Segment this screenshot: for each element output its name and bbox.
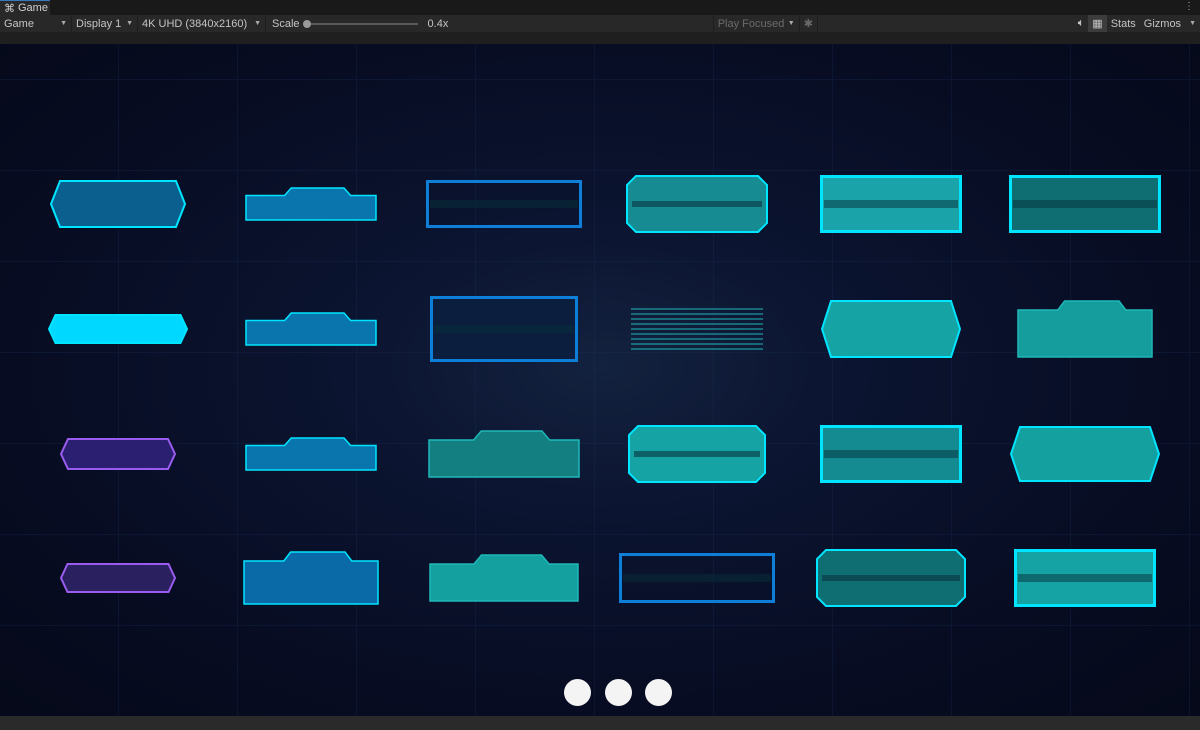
hud-frame-shape: [59, 563, 177, 593]
gizmos-button[interactable]: Gizmos: [1140, 15, 1185, 32]
page-dot-1[interactable]: [564, 679, 591, 706]
hud-frame-shape: [619, 553, 775, 603]
hud-frame-11[interactable]: [820, 300, 962, 358]
scale-control: Scale 0.4x: [266, 18, 706, 30]
hud-frame-shape: [47, 314, 189, 344]
mute-audio-icon[interactable]: 🔈︎: [1074, 15, 1089, 32]
hud-frame-shape: [430, 296, 578, 362]
hud-frame-22[interactable]: [619, 553, 775, 603]
hud-frame-12[interactable]: [1017, 300, 1153, 358]
page-dot-2[interactable]: [605, 679, 632, 706]
display-label: Display 1: [76, 17, 122, 30]
scale-label: Scale: [272, 17, 300, 30]
hud-frame-shape: [428, 430, 580, 478]
keyboard-shortcuts-icon[interactable]: ▦: [1088, 15, 1107, 32]
play-mode-label: Play Focused: [717, 17, 785, 30]
hud-frame-shape: [245, 187, 377, 221]
toolbar-spacer: [706, 15, 714, 32]
resolution-dropdown[interactable]: 4K UHD (3840x2160) ▼: [138, 15, 266, 32]
tab-bar: ⌘ Game ⋮: [0, 0, 1200, 15]
hud-frame-24[interactable]: [1014, 549, 1156, 607]
hud-frame-shape: [1009, 426, 1161, 482]
more-options-icon[interactable]: ⋮: [1184, 1, 1194, 12]
chevron-down-icon: ▼: [60, 20, 67, 27]
bottom-scrollbar[interactable]: [0, 716, 1200, 730]
tab-label: Game: [18, 2, 48, 14]
hud-frame-10[interactable]: [631, 307, 763, 351]
gamepad-icon: ⌘: [4, 2, 15, 15]
hud-frame-shape: [245, 437, 377, 471]
hud-frame-2[interactable]: [245, 187, 377, 221]
hud-frame-13[interactable]: [59, 438, 177, 470]
hud-frame-shape: [631, 308, 763, 350]
hud-frame-9[interactable]: [430, 296, 578, 362]
hud-frame-shape: [1009, 175, 1161, 233]
hud-frame-shape: [820, 175, 962, 233]
view-mode-label: Game: [4, 17, 34, 30]
hud-frame-shape: [59, 438, 177, 470]
hud-frame-21[interactable]: [429, 554, 579, 602]
hud-frame-19[interactable]: [59, 563, 177, 593]
scale-slider[interactable]: [302, 19, 418, 28]
stats-button[interactable]: Stats: [1107, 15, 1140, 32]
hud-frame-shape: [820, 425, 962, 483]
hud-frame-8[interactable]: [245, 312, 377, 346]
game-toolbar: Game ▼ Display 1 ▼ 4K UHD (3840x2160) ▼ Sca…: [0, 15, 1200, 32]
hud-frame-14[interactable]: [245, 437, 377, 471]
hud-frame-6[interactable]: [1009, 175, 1161, 233]
hud-frame-3[interactable]: [426, 180, 582, 228]
hud-frame-shape: [245, 312, 377, 346]
chevron-down-icon: ▼: [254, 20, 261, 27]
hud-frame-20[interactable]: [243, 551, 379, 605]
hud-frame-shape: [243, 551, 379, 605]
hud-frame-17[interactable]: [820, 425, 962, 483]
view-mode-dropdown[interactable]: Game ▼: [0, 15, 72, 32]
gizmos-dropdown-icon[interactable]: ▼: [1185, 15, 1200, 32]
hud-frame-shape: [426, 180, 582, 228]
play-mode-dropdown[interactable]: Play Focused ▼: [714, 15, 800, 32]
scale-slider-handle[interactable]: [302, 19, 311, 28]
debug-bug-icon[interactable]: ✱: [800, 15, 818, 32]
hud-frame-7[interactable]: [47, 314, 189, 344]
chevron-down-icon: ▼: [787, 20, 795, 27]
scale-value: 0.4x: [427, 17, 449, 30]
hud-frame-5[interactable]: [820, 175, 962, 233]
toolbar-divider: [0, 32, 1200, 44]
hud-frame-23[interactable]: [816, 549, 966, 607]
hud-frame-shape: [49, 180, 187, 228]
hud-frame-4[interactable]: [626, 175, 768, 233]
hud-frame-shape: [820, 300, 962, 358]
display-dropdown[interactable]: Display 1 ▼: [72, 15, 138, 32]
hud-frame-15[interactable]: [428, 430, 580, 478]
resolution-label: 4K UHD (3840x2160): [142, 17, 248, 30]
hud-frame-1[interactable]: [49, 180, 187, 228]
hud-frame-shape: [429, 554, 579, 602]
background-grid: [0, 44, 1200, 716]
hud-frame-shape: [1017, 300, 1153, 358]
hud-frame-shape: [626, 175, 768, 233]
hud-frame-18[interactable]: [1009, 426, 1161, 482]
hud-frame-shape: [816, 549, 966, 607]
hud-frame-shape: [1014, 549, 1156, 607]
hud-frame-16[interactable]: [628, 425, 766, 483]
game-view[interactable]: [0, 44, 1200, 716]
chevron-down-icon: ▼: [126, 20, 133, 27]
hud-frame-shape: [628, 425, 766, 483]
tab-game[interactable]: ⌘ Game: [0, 0, 50, 15]
page-dot-3[interactable]: [645, 679, 672, 706]
